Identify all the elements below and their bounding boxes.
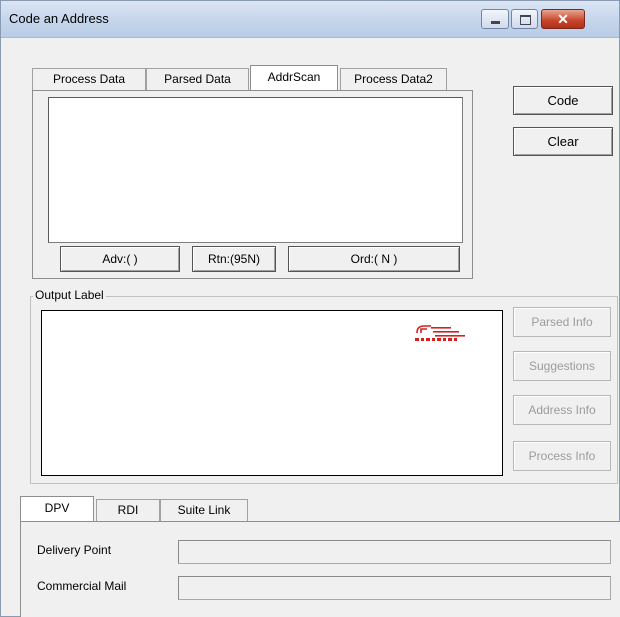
- process-info-button[interactable]: Process Info: [513, 441, 611, 471]
- tab-rdi[interactable]: RDI: [96, 499, 160, 521]
- ord-button[interactable]: Ord:( N ): [288, 246, 460, 272]
- address-info-button[interactable]: Address Info: [513, 395, 611, 425]
- window-title: Code an Address: [9, 11, 109, 26]
- close-button[interactable]: ✕: [541, 9, 585, 29]
- code-button[interactable]: Code: [513, 86, 613, 115]
- tab-process-data[interactable]: Process Data: [32, 68, 146, 90]
- maximize-icon: [520, 15, 531, 25]
- tab-dpv[interactable]: DPV: [20, 496, 94, 521]
- bottom-tab-strip: DPV RDI Suite Link: [20, 496, 280, 521]
- tab-label: Process Data2: [354, 72, 433, 86]
- tab-label: DPV: [44, 501, 70, 515]
- code-address-window: Code an Address ✕ Process Data Parsed Da…: [0, 0, 620, 617]
- output-label-heading: Output Label: [33, 288, 106, 302]
- rtn-button[interactable]: Rtn:(95N): [192, 246, 276, 272]
- top-tab-strip: Process Data Parsed Data AddrScan Proces…: [32, 65, 482, 90]
- tab-process-data2[interactable]: Process Data2: [340, 68, 447, 90]
- tab-label: AddrScan: [267, 70, 321, 84]
- output-label-display: [41, 310, 503, 476]
- tab-label: Process Data: [52, 72, 126, 86]
- close-icon: ✕: [557, 11, 569, 27]
- barcode-logo-icon: [415, 325, 465, 341]
- minimize-button[interactable]: [481, 9, 509, 29]
- commercial-mail-label: Commercial Mail: [37, 579, 127, 593]
- tab-addrscan[interactable]: AddrScan: [250, 65, 338, 90]
- delivery-point-label: Delivery Point: [37, 543, 112, 557]
- commercial-mail-field: [178, 576, 611, 600]
- addrscan-panel: Adv:( ) Rtn:(95N) Ord:( N ): [32, 90, 473, 279]
- suggestions-button[interactable]: Suggestions: [513, 351, 611, 381]
- tab-label: Parsed Data: [164, 72, 231, 86]
- title-bar[interactable]: Code an Address ✕: [1, 1, 619, 38]
- adv-button[interactable]: Adv:( ): [60, 246, 180, 272]
- minimize-icon: [491, 21, 500, 24]
- clear-button[interactable]: Clear: [513, 127, 613, 156]
- tab-parsed-data[interactable]: Parsed Data: [146, 68, 249, 90]
- tab-label: RDI: [117, 503, 139, 517]
- tab-suite-link[interactable]: Suite Link: [160, 499, 248, 521]
- tab-label: Suite Link: [177, 503, 231, 517]
- parsed-info-button[interactable]: Parsed Info: [513, 307, 611, 337]
- dpv-panel: Delivery Point Commercial Mail: [20, 521, 620, 617]
- addrscan-text-area[interactable]: [48, 97, 463, 243]
- maximize-button[interactable]: [511, 9, 538, 29]
- delivery-point-field: [178, 540, 611, 564]
